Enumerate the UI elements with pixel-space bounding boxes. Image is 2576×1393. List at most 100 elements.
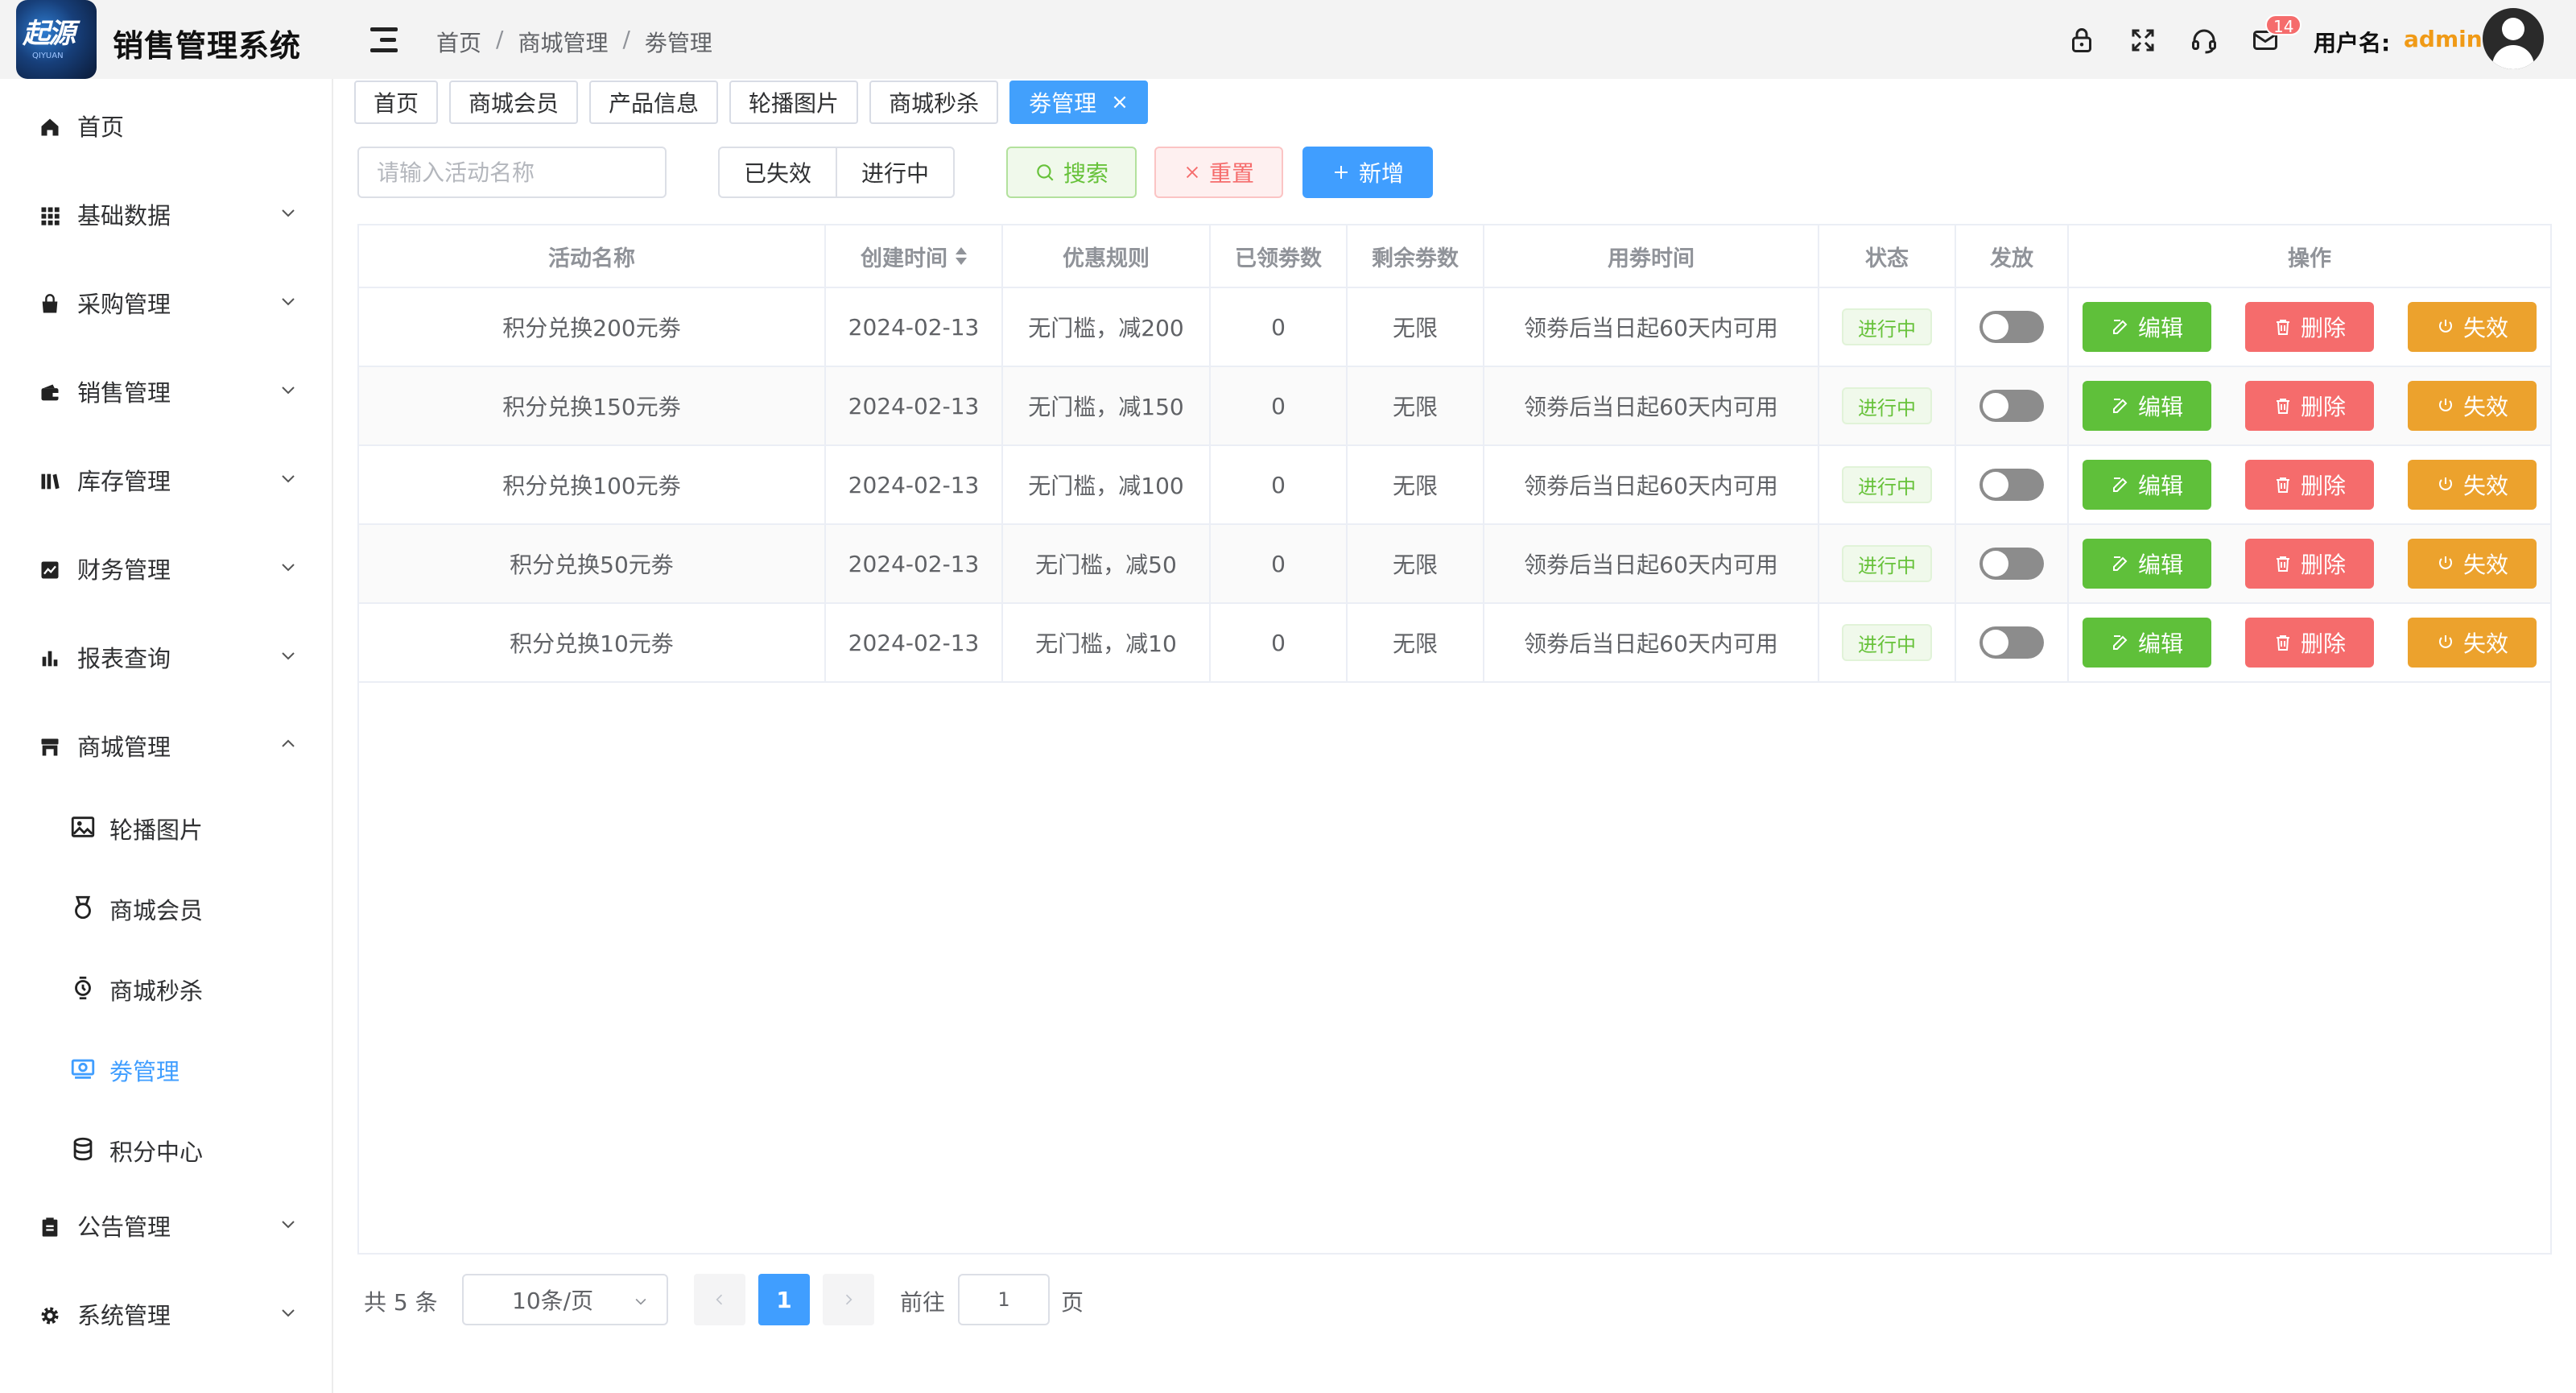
clipboard-icon: [42, 1217, 58, 1237]
breadcrumb-home[interactable]: 首页: [436, 26, 481, 58]
sort-icon[interactable]: [956, 247, 967, 265]
table-row: 积分兑换50元劵 2024-02-13 无门槛，减50 0 无限 领劵后当日起60天内可用…: [359, 525, 2550, 604]
cell-remaining: 无限: [1348, 604, 1484, 681]
sidebar-subitem-members[interactable]: 商城会员: [0, 876, 332, 940]
close-icon: [1186, 166, 1199, 179]
avatar-head-shape: [2502, 18, 2524, 40]
status-badge: 进行中: [1842, 624, 1932, 661]
delete-button-label: 删除: [2300, 630, 2346, 657]
search-button[interactable]: 搜索: [1006, 147, 1137, 198]
username[interactable]: admin: [2404, 26, 2483, 52]
cell-status: 进行中: [1819, 367, 1956, 444]
cell-rule: 无门槛，减10: [1003, 604, 1211, 681]
sidebar-subitem-points[interactable]: 积分中心: [0, 1118, 332, 1182]
tag-products[interactable]: 产品信息: [589, 81, 719, 124]
issue-toggle[interactable]: [1979, 626, 2044, 659]
page-number-button[interactable]: 1: [758, 1274, 810, 1325]
filter-expired-button[interactable]: 已失效: [720, 148, 836, 196]
avatar[interactable]: [2483, 8, 2544, 69]
goto-page-input[interactable]: [958, 1274, 1050, 1325]
issue-toggle[interactable]: [1979, 390, 2044, 422]
disable-button[interactable]: 失效: [2408, 381, 2537, 431]
sidebar-item-label: 采购管理: [77, 291, 171, 318]
coupon-table: 活动名称 创建时间 优惠规则 已领劵数 剩余劵数 用劵时间 状态 发放 操作 积…: [357, 224, 2552, 1255]
cell-created-time: 2024-02-13: [826, 446, 1003, 523]
lock-icon[interactable]: [2067, 26, 2096, 55]
sidebar-item-basic-data[interactable]: 基础数据: [0, 182, 332, 246]
edit-button[interactable]: 编辑: [2083, 302, 2211, 352]
sidebar-item-inventory[interactable]: 库存管理: [0, 448, 332, 512]
reset-button[interactable]: 重置: [1154, 147, 1283, 198]
tag-members[interactable]: 商城会员: [449, 81, 579, 124]
activity-name-input[interactable]: [357, 147, 667, 198]
sidebar-item-home[interactable]: 首页: [0, 93, 332, 158]
tag-home[interactable]: 首页: [354, 81, 439, 124]
sidebar-item-announcements[interactable]: 公告管理: [0, 1193, 332, 1258]
page-size-select[interactable]: 10条/页: [462, 1274, 668, 1325]
medal-icon: [75, 895, 91, 920]
disable-button[interactable]: 失效: [2408, 460, 2537, 510]
issue-toggle[interactable]: [1979, 311, 2044, 343]
edit-button[interactable]: 编辑: [2083, 539, 2211, 589]
delete-button[interactable]: 删除: [2245, 618, 2374, 668]
next-page-button[interactable]: [823, 1274, 874, 1325]
tag-flash-sale[interactable]: 商城秒杀: [869, 81, 999, 124]
delete-button[interactable]: 删除: [2245, 460, 2374, 510]
app-logo[interactable]: 起源 QIYUAN: [16, 0, 97, 79]
cell-status: 进行中: [1819, 604, 1956, 681]
sidebar-item-reports[interactable]: 报表查询: [0, 625, 332, 689]
cell-issue: [1956, 604, 2069, 681]
sidebar-item-sales[interactable]: 销售管理: [0, 359, 332, 424]
edit-button[interactable]: 编辑: [2083, 381, 2211, 431]
headset-icon[interactable]: [2190, 26, 2219, 55]
disable-button-label: 失效: [2462, 315, 2508, 341]
tag-coupons[interactable]: 劵管理 ×: [1009, 81, 1148, 124]
disable-button[interactable]: 失效: [2408, 539, 2537, 589]
column-header-created[interactable]: 创建时间: [826, 225, 1003, 287]
edit-button[interactable]: 编辑: [2083, 460, 2211, 510]
sidebar-item-label: 报表查询: [77, 645, 171, 672]
cell-actions: 编辑 删除 失效: [2069, 288, 2550, 366]
delete-button[interactable]: 删除: [2245, 381, 2374, 431]
fullscreen-icon[interactable]: [2128, 26, 2157, 55]
disable-button[interactable]: 失效: [2408, 302, 2537, 352]
issue-toggle[interactable]: [1979, 548, 2044, 580]
chevron-down-icon: [282, 298, 295, 306]
trend-icon: [41, 561, 59, 579]
cell-issue: [1956, 367, 2069, 444]
chevron-left-icon: [716, 1294, 723, 1305]
sidebar-item-label: 首页: [77, 114, 125, 141]
edit-button-label: 编辑: [2137, 473, 2183, 499]
sidebar-subitem-carousel[interactable]: 轮播图片: [0, 796, 332, 860]
cell-actions: 编辑 删除 失效: [2069, 367, 2550, 444]
sidebar-item-system[interactable]: 系统管理: [0, 1282, 332, 1346]
edit-icon: [2112, 477, 2128, 492]
page-suffix-label: 页: [1061, 1289, 1084, 1316]
issue-toggle[interactable]: [1979, 469, 2044, 501]
sidebar-subitem-flash-sale[interactable]: 商城秒杀: [0, 957, 332, 1021]
delete-button-label: 删除: [2300, 552, 2346, 578]
menu-toggle-icon[interactable]: [369, 26, 401, 55]
tag-carousel[interactable]: 轮播图片: [729, 81, 859, 124]
delete-button[interactable]: 删除: [2245, 302, 2374, 352]
breadcrumb-shop[interactable]: 商城管理: [518, 26, 608, 58]
status-badge: 进行中: [1842, 545, 1932, 582]
sidebar-item-purchase[interactable]: 采购管理: [0, 271, 332, 335]
sidebar-item-shop[interactable]: 商城管理: [0, 713, 332, 778]
cell-remaining: 无限: [1348, 288, 1484, 366]
sidebar-subitem-coupons[interactable]: 劵管理: [0, 1037, 332, 1102]
prev-page-button[interactable]: [694, 1274, 745, 1325]
status-filter-group: 已失效 进行中: [718, 147, 956, 198]
delete-button[interactable]: 删除: [2245, 539, 2374, 589]
edit-button[interactable]: 编辑: [2083, 618, 2211, 668]
close-icon[interactable]: ×: [1111, 90, 1129, 114]
reset-button-label: 重置: [1208, 160, 1254, 187]
status-badge: 进行中: [1842, 387, 1932, 424]
sidebar-item-finance[interactable]: 财务管理: [0, 536, 332, 601]
cell-activity-name: 积分兑换200元劵: [359, 288, 826, 366]
disable-button[interactable]: 失效: [2408, 618, 2537, 668]
chevron-down-icon: [282, 1221, 295, 1229]
cell-issue: [1956, 288, 2069, 366]
filter-active-button[interactable]: 进行中: [836, 148, 953, 196]
add-button[interactable]: 新增: [1302, 147, 1433, 198]
